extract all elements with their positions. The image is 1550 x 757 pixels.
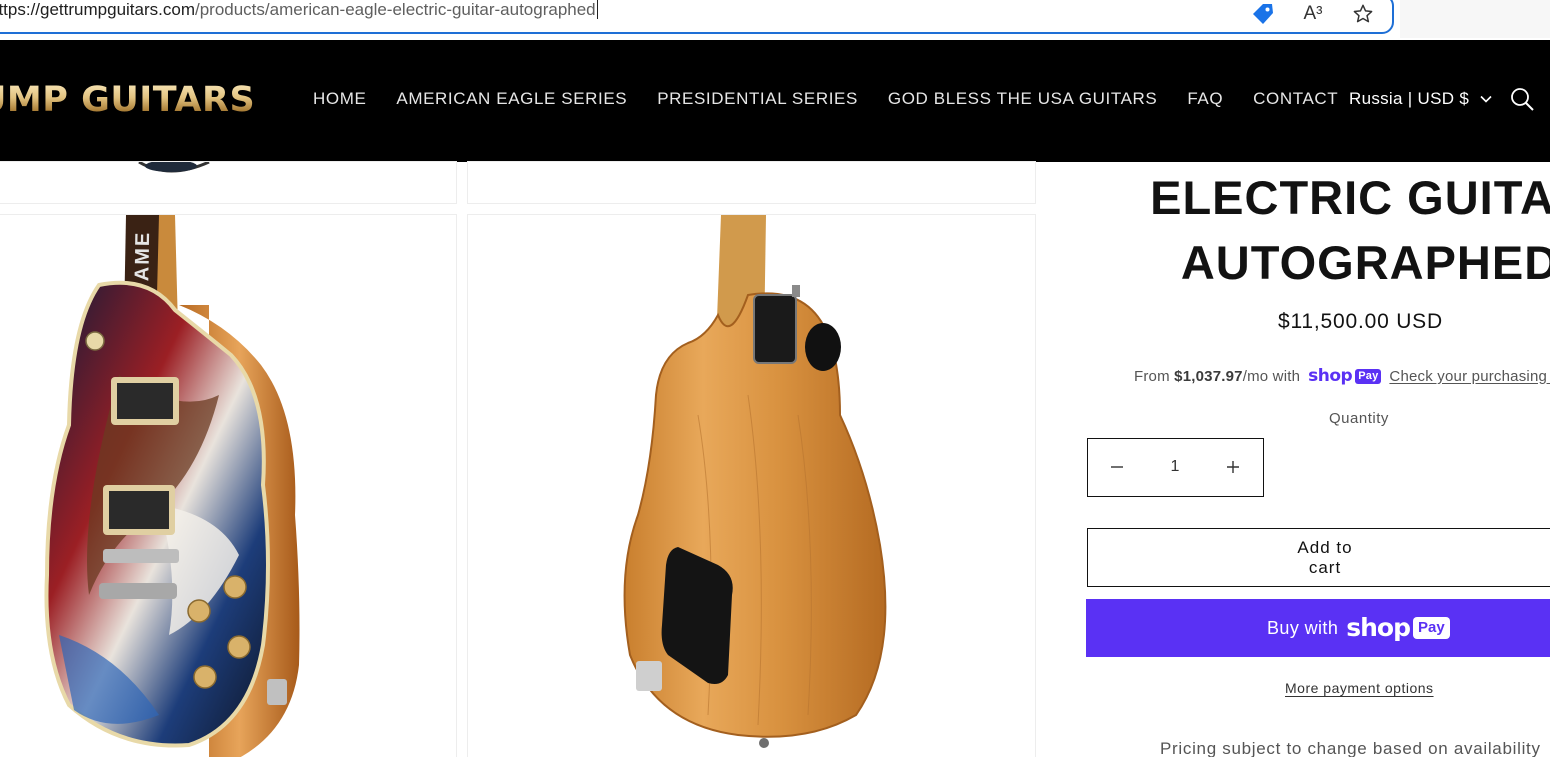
address-bar[interactable]: https://gettrumpguitars.com/products/ame… [0,0,1394,34]
chevron-down-icon [1479,94,1493,104]
nav-faq[interactable]: FAQ [1187,87,1223,111]
quantity-decrease-button[interactable] [1088,439,1146,495]
buy-with-shop-pay-button[interactable]: Buy with shop Pay [1086,599,1550,657]
url-text[interactable]: https://gettrumpguitars.com/products/ame… [0,0,598,21]
shop-pay-badge: Pay [1355,368,1382,384]
product-title: ELECTRIC GUITAR AUTOGRAPHED [1090,165,1550,295]
installments-suffix: /mo with [1242,367,1301,385]
product-image-front[interactable]: MAKE AME [0,214,457,757]
more-payment-options-link[interactable]: More payment options [1285,678,1434,698]
product-image-thumbnail[interactable] [0,161,457,204]
browser-side-panel [1400,0,1550,38]
shop-pay-wordmark: shop [1308,366,1353,386]
minus-icon [1111,466,1123,468]
quantity-increase-button[interactable] [1204,439,1262,495]
nav-home[interactable]: HOME [313,87,366,111]
favorite-star-icon[interactable] [1350,2,1376,26]
country-currency-label: Russia | USD $ [1349,89,1470,108]
text-caret [596,0,598,19]
search-icon[interactable] [1509,86,1535,112]
nav-presidential-series[interactable]: PRESIDENTIAL SERIES [657,87,858,111]
add-to-cart-label: Add to cart [1297,537,1353,577]
nav-american-eagle-series[interactable]: AMERICAN EAGLE SERIES [396,87,627,111]
product-title-line-2: AUTOGRAPHED [1180,236,1550,289]
pay-badge: Pay [1412,617,1450,639]
buy-with-label: Buy with [1267,617,1339,638]
product-image-back[interactable] [467,214,1036,757]
url-host: https://gettrumpguitars.com [0,0,195,19]
tag-icon[interactable] [1250,2,1276,26]
add-to-cart-button[interactable]: Add to cart [1087,528,1550,587]
check-purchasing-power-link[interactable]: Check your purchasing power [1389,368,1550,385]
quantity-label: Quantity [1329,410,1389,427]
read-aloud-icon[interactable]: A³ [1300,2,1326,26]
url-path: /products/american-eagle-electric-guitar… [194,0,596,19]
country-currency-selector[interactable]: Russia | USD $ [1349,87,1493,111]
pricing-note: Pricing subject to change based on avail… [1160,739,1541,757]
quantity-stepper [1087,438,1264,497]
browser-toolbar: https://gettrumpguitars.com/products/ame… [0,0,1550,40]
product-price: $11,500.00 USD [1278,310,1443,333]
nav-contact[interactable]: CONTACT [1253,87,1338,111]
shop-pay-logo: shop Pay [1308,366,1382,386]
main-nav: HOME AMERICAN EAGLE SERIES PRESIDENTIAL … [313,87,1338,111]
installments-amount: $1,037.97 [1174,367,1243,385]
product-title-line-1: ELECTRIC GUITAR [1150,171,1550,224]
site-logo[interactable]: UMP GUITARS [0,78,255,122]
installments-prefix: From [1134,367,1170,385]
site-header: UMP GUITARS HOME AMERICAN EAGLE SERIES P… [0,40,1550,162]
installments-banner: From $1,037.97/mo with shop Pay Check yo… [1134,366,1550,386]
nav-god-bless-the-usa-guitars[interactable]: GOD BLESS THE USA GUITARS [888,87,1157,111]
shop-wordmark: shop [1346,613,1411,642]
product-image-thumbnail[interactable] [467,161,1036,204]
plus-icon [1227,461,1239,473]
quantity-input[interactable] [1146,439,1204,495]
